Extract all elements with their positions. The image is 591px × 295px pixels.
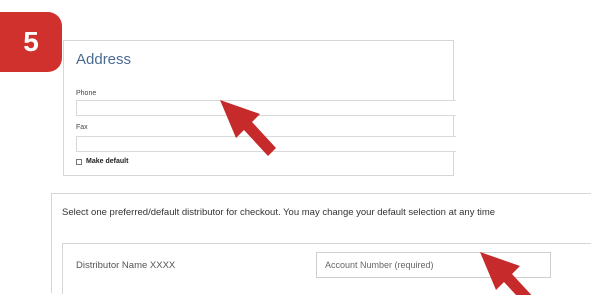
- red-arrow-icon: [220, 100, 276, 156]
- make-default-option[interactable]: Make default: [76, 158, 128, 165]
- red-arrow-icon: [480, 252, 532, 295]
- phone-label: Phone: [76, 90, 97, 97]
- make-default-checkbox[interactable]: [76, 158, 82, 165]
- distributor-name: Distributor Name XXXX: [76, 260, 176, 271]
- step-number-badge: 5: [0, 12, 62, 72]
- address-title: Address: [76, 51, 132, 68]
- make-default-label: Make default: [86, 158, 129, 165]
- fax-label: Fax: [76, 124, 88, 131]
- distributor-instruction: Select one preferred/default distributor…: [62, 207, 496, 218]
